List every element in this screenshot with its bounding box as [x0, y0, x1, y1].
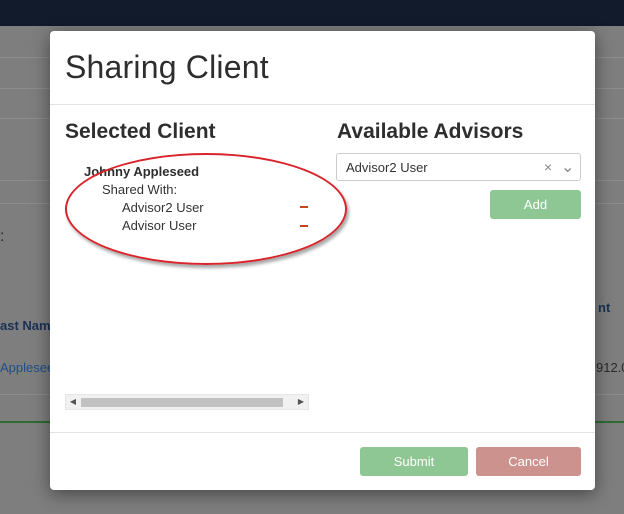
bg-marker: : — [0, 228, 5, 245]
horizontal-scrollbar[interactable]: ◀ ▶ — [65, 394, 309, 410]
annotation-ellipse — [65, 153, 347, 265]
app-top-bar — [0, 0, 624, 26]
modal-title: Sharing Client — [65, 49, 269, 85]
add-advisor-button[interactable]: Add — [490, 190, 581, 219]
header-divider — [50, 104, 595, 105]
advisor-select-value: Advisor2 User — [346, 160, 428, 175]
scroll-left-icon[interactable]: ◀ — [66, 395, 80, 409]
sharing-client-modal: Sharing Client Selected Client Johnny Ap… — [50, 31, 595, 490]
advisor-select[interactable]: Advisor2 User × ⌄ — [336, 153, 581, 181]
bg-cell-last-name: Applesee — [0, 360, 55, 375]
submit-button[interactable]: Submit — [360, 447, 468, 476]
available-advisors-heading: Available Advisors — [337, 120, 524, 143]
bg-cell-right: 912.0 — [596, 360, 624, 375]
footer-divider — [50, 432, 595, 433]
clear-icon[interactable]: × — [544, 159, 552, 175]
scroll-right-icon[interactable]: ▶ — [294, 395, 308, 409]
bg-column-header-right: nt — [598, 300, 611, 315]
selected-client-heading: Selected Client — [65, 120, 216, 143]
cancel-button[interactable]: Cancel — [476, 447, 581, 476]
bg-column-header-last-name: ast Nam — [0, 318, 51, 333]
chevron-down-icon[interactable]: ⌄ — [561, 157, 574, 177]
scrollbar-thumb[interactable] — [81, 398, 283, 407]
